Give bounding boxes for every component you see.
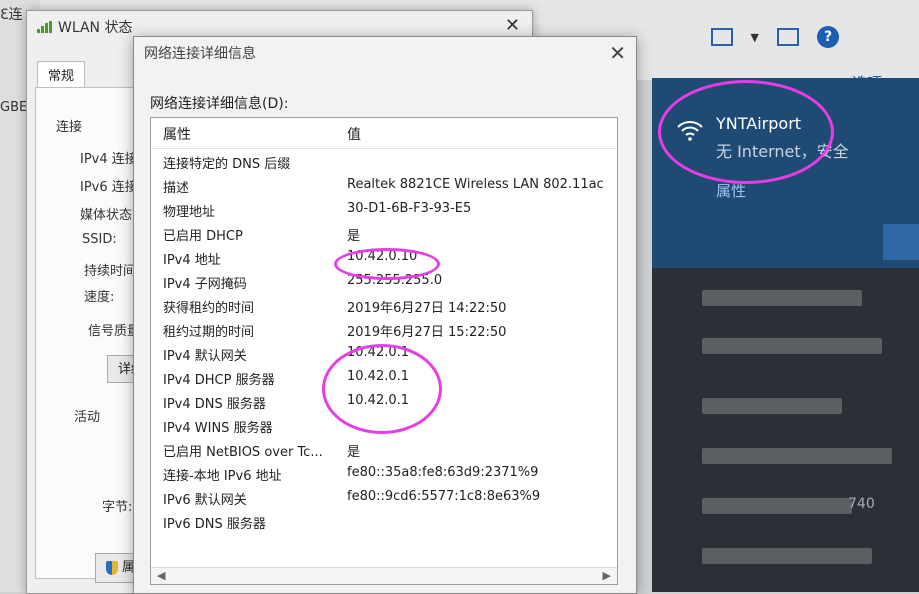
list-item[interactable]: IPv4 DHCP 服务器 10.42.0.1 bbox=[151, 366, 617, 390]
close-icon[interactable]: ✕ bbox=[609, 41, 626, 65]
list-item[interactable]: IPv4 WINS 服务器 bbox=[151, 414, 617, 438]
row-value: 是 bbox=[347, 445, 361, 460]
speed-label: 速度: bbox=[84, 290, 115, 305]
row-value: 255.255.255.0 bbox=[347, 273, 443, 288]
list-item[interactable]: 物理地址 30-D1-6B-F3-93-E5 bbox=[151, 198, 617, 222]
details-list[interactable]: 属性 值 连接特定的 DNS 后缀 描述 Realtek 8821CE Wirel… bbox=[150, 117, 618, 585]
wifi-icon bbox=[677, 121, 703, 141]
row-value: 10.42.0.1 bbox=[347, 393, 410, 408]
row-property: 连接-本地 IPv6 地址 bbox=[163, 469, 282, 484]
blurred-network-item[interactable] bbox=[702, 338, 882, 354]
row-value: 是 bbox=[347, 229, 361, 244]
row-property: IPv4 WINS 服务器 bbox=[163, 421, 273, 436]
details-list-label: 网络连接详细信息(D): bbox=[150, 96, 289, 112]
row-property: 描述 bbox=[163, 181, 190, 196]
blurred-network-item[interactable] bbox=[702, 448, 892, 464]
chevron-left-icon[interactable]: ◀ bbox=[157, 569, 165, 582]
row-value: 10.42.0.1 bbox=[347, 345, 410, 360]
list-item[interactable]: IPv6 DNS 服务器 bbox=[151, 510, 617, 534]
signal-icon bbox=[37, 21, 52, 33]
background-title-fragment: Ɛ连 bbox=[0, 7, 23, 23]
ipv6-connectivity-label: IPv6 连接 bbox=[80, 180, 138, 195]
blurred-network-item[interactable] bbox=[702, 548, 872, 564]
blurred-network-item[interactable] bbox=[702, 398, 842, 414]
preview-pane-icon[interactable] bbox=[777, 28, 799, 46]
connected-network-item[interactable]: YNTAirport 无 Internet，安全 属性 bbox=[652, 78, 919, 268]
row-property: IPv4 DNS 服务器 bbox=[163, 397, 266, 412]
background-toolbar: ▼ ? bbox=[710, 26, 839, 48]
list-item[interactable]: IPv4 地址 10.42.0.10 bbox=[151, 246, 617, 270]
activity-label: 活动 bbox=[74, 410, 101, 425]
row-value: 2019年6月27日 15:22:50 bbox=[347, 325, 507, 340]
view-icon[interactable] bbox=[710, 28, 733, 46]
close-icon[interactable]: ✕ bbox=[505, 15, 520, 36]
row-property: IPv6 默认网关 bbox=[163, 493, 247, 508]
blurred-network-item[interactable] bbox=[702, 498, 852, 514]
column-header-property[interactable]: 属性 bbox=[163, 124, 191, 144]
chevron-right-icon[interactable]: ▶ bbox=[603, 569, 611, 582]
list-item[interactable]: 描述 Realtek 8821CE Wireless LAN 802.11ac bbox=[151, 174, 617, 198]
network-properties-link[interactable]: 属性 bbox=[716, 180, 746, 201]
row-property: 租约过期的时间 bbox=[163, 325, 255, 340]
horizontal-scrollbar[interactable]: ◀ ▶ bbox=[151, 567, 617, 584]
duration-label: 持续时间 bbox=[84, 264, 137, 279]
network-details-dialog: 网络连接详细信息 ✕ 网络连接详细信息(D): 属性 值 连接特定的 DNS 后… bbox=[133, 36, 637, 594]
row-property: IPv4 地址 bbox=[163, 253, 221, 268]
row-property: 已启用 NetBIOS over Tc... bbox=[163, 445, 323, 460]
row-property: 物理地址 bbox=[163, 205, 216, 220]
row-value: 2019年6月27日 14:22:50 bbox=[347, 301, 507, 316]
bytes-label: 字节: bbox=[102, 500, 133, 515]
row-value: fe80::9cd6:5577:1c8:8e63%9 bbox=[347, 489, 541, 504]
connection-label: 连接 bbox=[56, 120, 83, 135]
row-property: IPv4 子网掩码 bbox=[163, 277, 247, 292]
window-title: WLAN 状态 bbox=[58, 20, 133, 36]
list-item[interactable]: 连接特定的 DNS 后缀 bbox=[151, 150, 617, 174]
row-value: 30-D1-6B-F3-93-E5 bbox=[347, 201, 472, 216]
row-value: fe80::35a8:fe8:63d9:2371%9 bbox=[347, 465, 539, 480]
list-item[interactable]: IPv4 DNS 服务器 10.42.0.1 bbox=[151, 390, 617, 414]
help-icon[interactable]: ? bbox=[817, 26, 839, 48]
list-item[interactable]: IPv4 默认网关 10.42.0.1 bbox=[151, 342, 617, 366]
dialog-title: 网络连接详细信息 bbox=[144, 46, 256, 62]
row-value: Realtek 8821CE Wireless LAN 802.11ac bbox=[347, 177, 604, 192]
list-item[interactable]: 连接-本地 IPv6 地址 fe80::35a8:fe8:63d9:2371%9 bbox=[151, 462, 617, 486]
list-header: 属性 值 bbox=[151, 118, 617, 149]
disconnect-button[interactable] bbox=[883, 224, 919, 260]
blurred-network-item[interactable] bbox=[702, 290, 862, 306]
row-property: 获得租约的时间 bbox=[163, 301, 255, 316]
row-value: 10.42.0.10 bbox=[347, 249, 418, 264]
row-property: 已启用 DHCP bbox=[163, 229, 243, 244]
list-item[interactable]: 已启用 DHCP 是 bbox=[151, 222, 617, 246]
network-ssid: YNTAirport bbox=[716, 114, 802, 133]
ipv4-connectivity-label: IPv4 连接 bbox=[80, 152, 138, 167]
column-header-value[interactable]: 值 bbox=[347, 124, 361, 144]
row-property: IPv4 默认网关 bbox=[163, 349, 247, 364]
list-item[interactable]: 已启用 NetBIOS over Tc... 是 bbox=[151, 438, 617, 462]
row-value: 10.42.0.1 bbox=[347, 369, 410, 384]
network-status: 无 Internet，安全 bbox=[716, 142, 849, 161]
ssid-label: SSID: bbox=[82, 232, 117, 247]
row-property: 连接特定的 DNS 后缀 bbox=[163, 157, 291, 172]
chevron-down-icon[interactable]: ▼ bbox=[751, 31, 759, 44]
media-state-label: 媒体状态 bbox=[80, 208, 133, 223]
list-item[interactable]: IPv6 默认网关 fe80::9cd6:5577:1c8:8e63%9 bbox=[151, 486, 617, 510]
shield-icon bbox=[106, 561, 118, 575]
list-item[interactable]: 获得租约的时间 2019年6月27日 14:22:50 bbox=[151, 294, 617, 318]
blurred-text: 740 bbox=[848, 496, 875, 512]
row-property: IPv6 DNS 服务器 bbox=[163, 517, 266, 532]
tab-general[interactable]: 常规 bbox=[37, 61, 86, 87]
background-text-fragment: GBE bbox=[0, 100, 28, 115]
list-item[interactable]: 租约过期的时间 2019年6月27日 15:22:50 bbox=[151, 318, 617, 342]
row-property: IPv4 DHCP 服务器 bbox=[163, 373, 275, 388]
list-item[interactable]: IPv4 子网掩码 255.255.255.0 bbox=[151, 270, 617, 294]
network-flyout: YNTAirport 无 Internet，安全 属性 bbox=[652, 78, 919, 592]
window-title-bar: WLAN 状态 bbox=[37, 17, 132, 37]
